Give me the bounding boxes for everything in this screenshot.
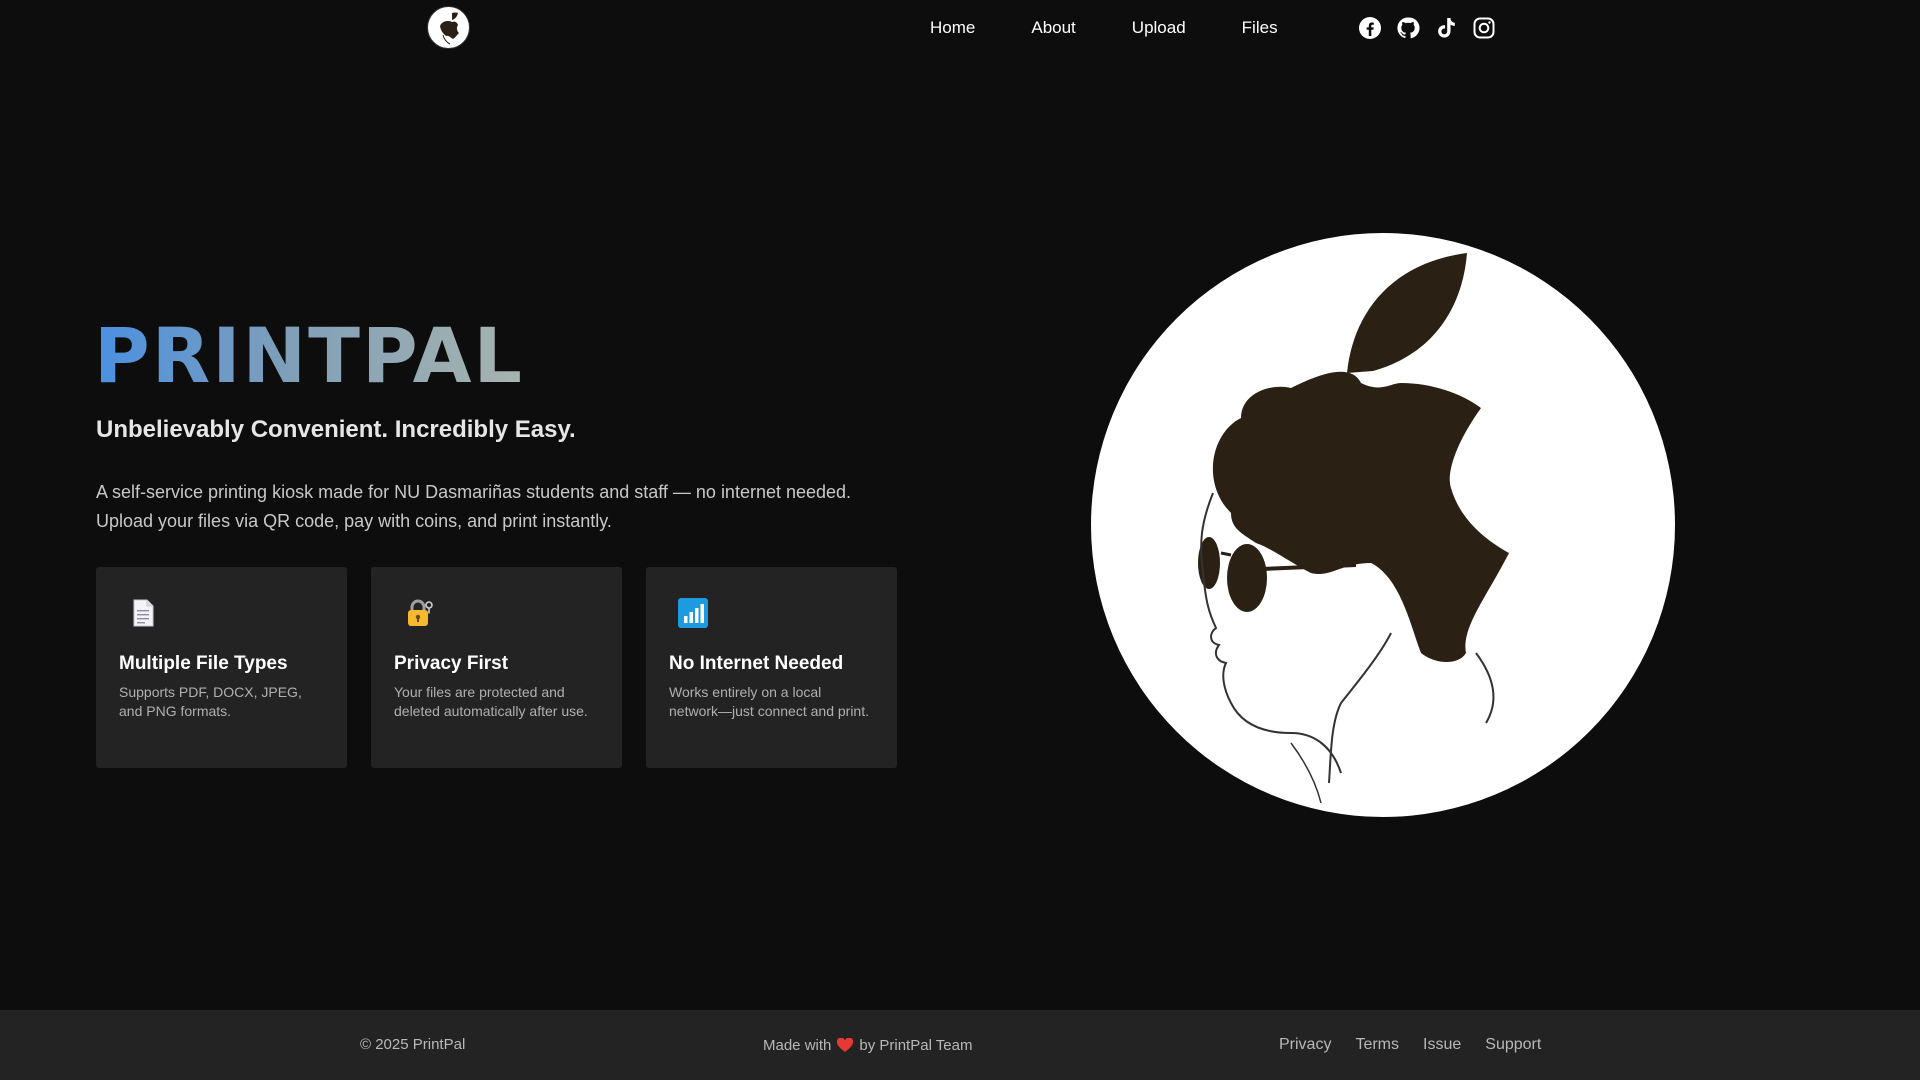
nav-link-home[interactable]: Home — [930, 18, 975, 38]
nav-link-about[interactable]: About — [1031, 18, 1075, 38]
footer-link-support[interactable]: Support — [1485, 1036, 1541, 1054]
nav-link-files[interactable]: Files — [1242, 18, 1278, 38]
lock-key-icon — [402, 597, 434, 629]
footer-credit: Made with by PrintPal Team — [763, 1010, 972, 1080]
hero-title: PRINTPAL — [94, 311, 524, 400]
hero-description: A self-service printing kiosk made for N… — [96, 482, 852, 531]
social-links — [1357, 14, 1497, 42]
github-icon[interactable] — [1395, 15, 1421, 41]
feature-card-privacy: Privacy First Your files are protected a… — [371, 567, 622, 768]
navbar: Home About Upload Files — [0, 0, 1920, 56]
feature-title: Multiple File Types — [119, 653, 288, 674]
footer-link-issue[interactable]: Issue — [1423, 1036, 1461, 1054]
tiktok-icon[interactable] — [1433, 15, 1459, 41]
footer-made-suffix: by PrintPal Team — [859, 1036, 973, 1054]
feature-title: Privacy First — [394, 653, 509, 674]
document-icon — [127, 597, 159, 629]
footer: © 2025 PrintPal Made with by PrintPal Te… — [0, 1010, 1920, 1080]
instagram-icon[interactable] — [1471, 15, 1497, 41]
feature-description: Works entirely on a local network—just c… — [669, 684, 869, 719]
heart-icon — [837, 1036, 854, 1053]
feature-description: Supports PDF, DOCX, JPEG, and PNG format… — [119, 684, 302, 719]
feature-description: Your files are protected and deleted aut… — [394, 684, 588, 719]
feature-card-file-types: Multiple File Types Supports PDF, DOCX, … — [96, 567, 347, 768]
main-nav: Home About Upload Files — [930, 0, 1278, 56]
mascot-portrait-icon — [1091, 233, 1675, 817]
footer-copyright: © 2025 PrintPal — [360, 1036, 466, 1053]
footer-links: Privacy Terms Issue Support — [1279, 1010, 1541, 1080]
nav-link-upload[interactable]: Upload — [1132, 18, 1186, 38]
printpal-logo-icon[interactable] — [427, 6, 470, 49]
facebook-icon[interactable] — [1357, 15, 1383, 41]
hero-subtitle: Unbelievably Convenient. Incredibly Easy… — [96, 416, 576, 443]
signal-bars-icon — [677, 597, 709, 629]
footer-made-prefix: Made with — [763, 1036, 832, 1054]
feature-title: No Internet Needed — [669, 653, 844, 674]
feature-card-offline: No Internet Needed Works entirely on a l… — [646, 567, 897, 768]
footer-link-terms[interactable]: Terms — [1355, 1036, 1399, 1054]
feature-list: Multiple File Types Supports PDF, DOCX, … — [96, 567, 897, 768]
footer-link-privacy[interactable]: Privacy — [1279, 1036, 1331, 1054]
